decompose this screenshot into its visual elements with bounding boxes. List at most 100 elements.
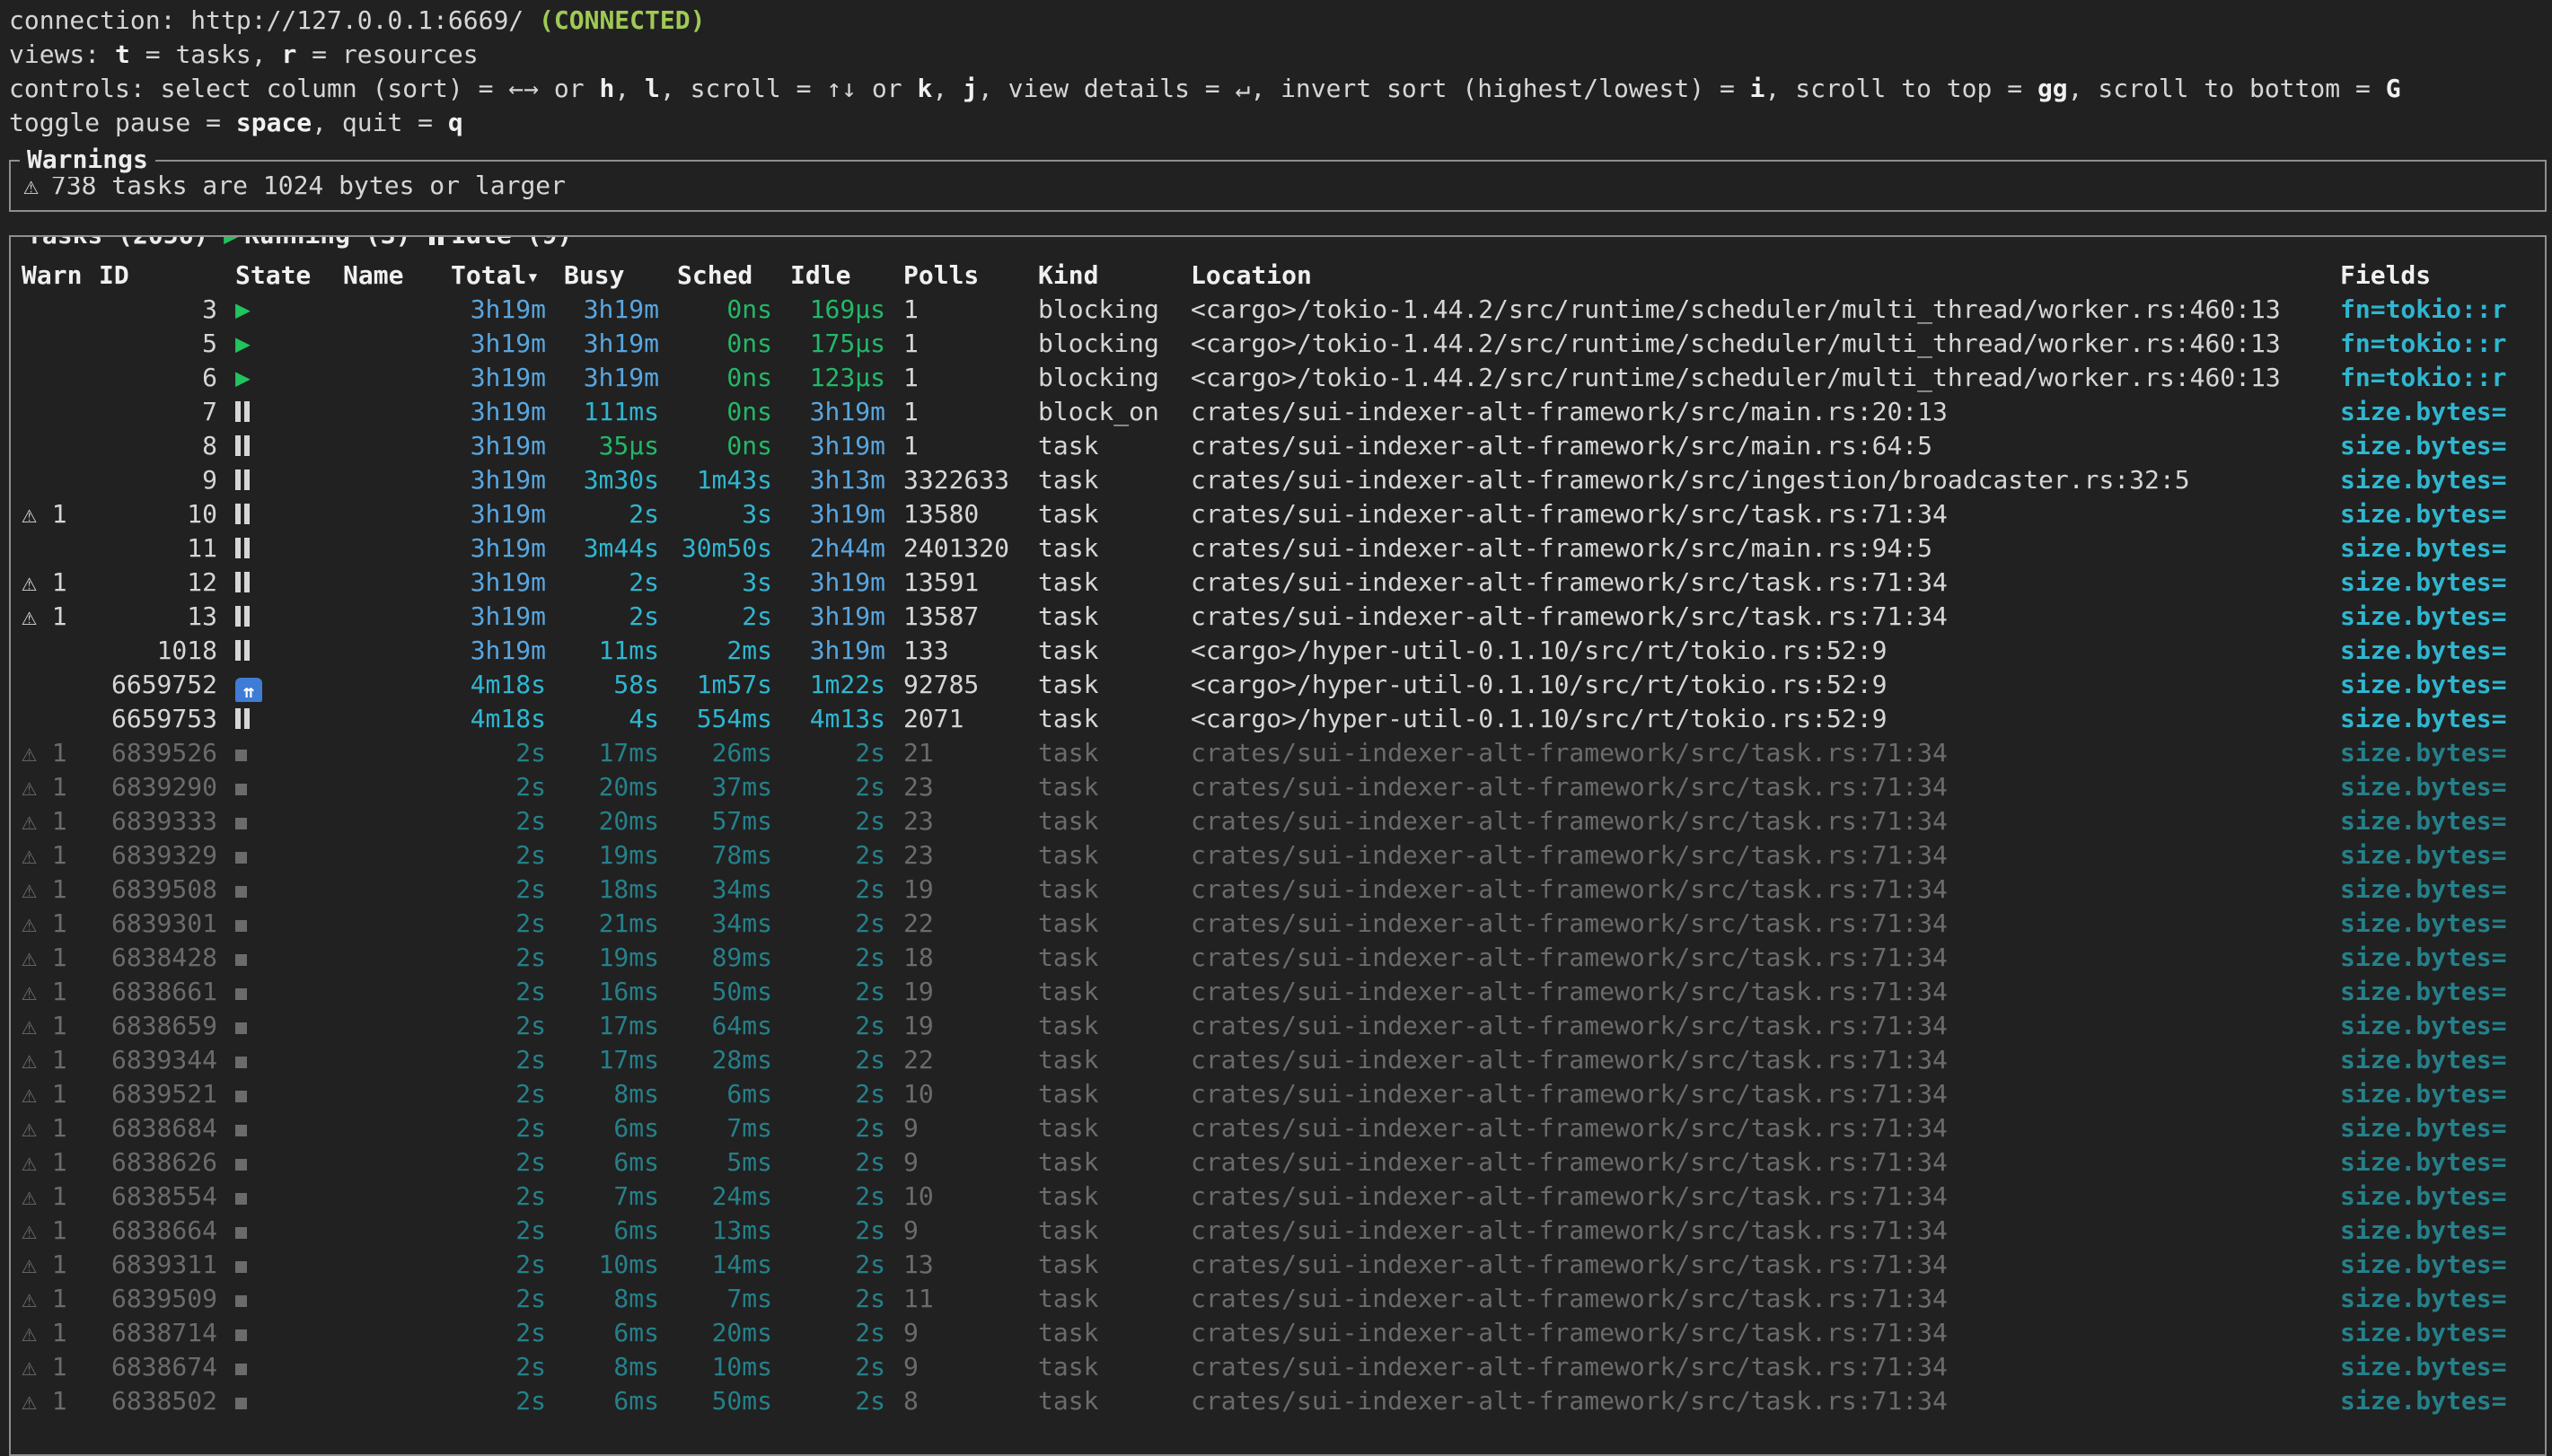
task-row[interactable]: ⚠ 168393332s20ms57ms2s23taskcrates/sui-i… (22, 804, 2545, 838)
column-header-location[interactable]: Location (1191, 259, 2322, 293)
task-row[interactable]: ⚠ 168386642s6ms13ms2s9taskcrates/sui-ind… (22, 1214, 2545, 1248)
cell-state (235, 531, 325, 566)
cell-fields: size.bytes= (2340, 1145, 2545, 1180)
task-row[interactable]: 66597534m18s4s554ms4m13s2071task<cargo>/… (22, 702, 2545, 736)
cell-polls: 19 (903, 1009, 1020, 1043)
cell-kind: task (1038, 1111, 1173, 1145)
task-row[interactable]: ⚠ 168386842s6ms7ms2s9taskcrates/sui-inde… (22, 1111, 2545, 1145)
cell-busy: 8ms (564, 1077, 659, 1111)
cell-sched: 6ms (677, 1077, 772, 1111)
cell-idle: 3h19m (790, 566, 885, 600)
column-header-name[interactable]: Name (343, 259, 433, 293)
task-row[interactable]: 93h19m3m30s1m43s3h13m3322633taskcrates/s… (22, 463, 2545, 497)
cell-sched: 2ms (677, 634, 772, 668)
duration-value: 1m57s (697, 670, 772, 699)
task-row[interactable]: ⚠ 168386592s17ms64ms2s19taskcrates/sui-i… (22, 1009, 2545, 1043)
cell-fields: size.bytes= (2340, 1043, 2545, 1077)
cell-warn: ⚠ 1 (22, 1009, 81, 1043)
task-row[interactable]: ⚠ 168393012s21ms34ms2s22taskcrates/sui-i… (22, 907, 2545, 941)
duration-value: 1m43s (697, 465, 772, 495)
cell-warn: ⚠ 1 (22, 1248, 81, 1282)
column-header-idle[interactable]: Idle (790, 259, 885, 293)
cell-total: 3h19m (451, 293, 546, 327)
cell-kind: task (1038, 1180, 1173, 1214)
column-header-sched[interactable]: Sched (677, 259, 772, 293)
cell-name (343, 463, 433, 497)
cell-polls: 22 (903, 907, 1020, 941)
connection-line: connection: http://127.0.0.1:6669/ (CONN… (9, 4, 2552, 38)
column-header-kind[interactable]: Kind (1038, 259, 1173, 293)
duration-value: 2s (515, 908, 546, 938)
task-row[interactable]: ⚠ 168384282s19ms89ms2s18taskcrates/sui-i… (22, 941, 2545, 975)
cell-idle: 2s (790, 1009, 885, 1043)
task-row[interactable]: ⚠ 168392902s20ms37ms2s23taskcrates/sui-i… (22, 770, 2545, 804)
task-row[interactable]: ⚠ 168395082s18ms34ms2s19taskcrates/sui-i… (22, 873, 2545, 907)
duration-value: 13ms (712, 1215, 772, 1245)
key-hint: j (963, 74, 978, 103)
task-row[interactable]: ⚠ 168395262s17ms26ms2s21taskcrates/sui-i… (22, 736, 2545, 770)
task-row[interactable]: ⚠ 1133h19m2s2s3h19m13587taskcrates/sui-i… (22, 600, 2545, 634)
task-row[interactable]: 3▶3h19m3h19m0ns169µs1blocking<cargo>/tok… (22, 293, 2545, 327)
task-row[interactable]: ⚠ 168385022s6ms50ms2s8taskcrates/sui-ind… (22, 1384, 2545, 1418)
task-row[interactable]: 5▶3h19m3h19m0ns175µs1blocking<cargo>/tok… (22, 327, 2545, 361)
cell-state (235, 736, 325, 770)
duration-value: 1m22s (810, 670, 885, 699)
cell-fields: size.bytes= (2340, 1214, 2545, 1248)
cell-id: 6839509 (99, 1282, 217, 1316)
cell-idle: 3h19m (790, 634, 885, 668)
completed-icon (235, 988, 247, 1000)
cell-busy: 20ms (564, 770, 659, 804)
cell-warn: ⚠ 1 (22, 1077, 81, 1111)
task-row[interactable]: ⚠ 168385542s7ms24ms2s10taskcrates/sui-in… (22, 1180, 2545, 1214)
task-row[interactable]: ⚠ 168386742s8ms10ms2s9taskcrates/sui-ind… (22, 1350, 2545, 1384)
task-row[interactable]: ⚠ 168386612s16ms50ms2s19taskcrates/sui-i… (22, 975, 2545, 1009)
cell-id: 6838684 (99, 1111, 217, 1145)
cell-total: 2s (451, 873, 546, 907)
task-row[interactable]: ⚠ 168395212s8ms6ms2s10taskcrates/sui-ind… (22, 1077, 2545, 1111)
task-row[interactable]: ⚠ 168395092s8ms7ms2s11taskcrates/sui-ind… (22, 1282, 2545, 1316)
column-header-warn[interactable]: Warn (22, 259, 81, 293)
task-row[interactable]: 73h19m111ms0ns3h19m1block_oncrates/sui-i… (22, 395, 2545, 429)
cell-id: 7 (99, 395, 217, 429)
duration-value: 2s (629, 601, 659, 631)
completed-icon (235, 1398, 247, 1409)
cell-polls: 2071 (903, 702, 1020, 736)
cell-location: crates/sui-indexer-alt-framework/src/tas… (1191, 1145, 2322, 1180)
key-hint: i (1750, 74, 1765, 103)
task-row[interactable]: ⚠ 168386262s6ms5ms2s9taskcrates/sui-inde… (22, 1145, 2545, 1180)
cell-warn: ⚠ 1 (22, 941, 81, 975)
cell-state (235, 941, 325, 975)
task-row[interactable]: 6▶3h19m3h19m0ns123µs1blocking<cargo>/tok… (22, 361, 2545, 395)
duration-value: 6ms (726, 1079, 772, 1109)
task-row[interactable]: 6659752⇈4m18s58s1m57s1m22s92785task<carg… (22, 668, 2545, 702)
cell-location: <cargo>/tokio-1.44.2/src/runtime/schedul… (1191, 293, 2322, 327)
column-header-busy[interactable]: Busy (564, 259, 659, 293)
running-icon: ▶ (235, 363, 251, 392)
task-row[interactable]: ⚠ 168393442s17ms28ms2s22taskcrates/sui-i… (22, 1043, 2545, 1077)
column-header-polls[interactable]: Polls (903, 259, 1020, 293)
cell-location: crates/sui-indexer-alt-framework/src/ing… (1191, 463, 2322, 497)
task-row[interactable]: 10183h19m11ms2ms3h19m133task<cargo>/hype… (22, 634, 2545, 668)
duration-value: 3s (742, 499, 772, 529)
cell-state (235, 463, 325, 497)
column-header-id[interactable]: ID (99, 259, 217, 293)
cell-location: crates/sui-indexer-alt-framework/src/tas… (1191, 975, 2322, 1009)
sort-descending-icon: ▾ (526, 264, 539, 289)
task-row[interactable]: 113h19m3m44s30m50s2h44m2401320taskcrates… (22, 531, 2545, 566)
completed-icon (235, 784, 247, 795)
column-header-state[interactable]: State (235, 259, 325, 293)
column-header-fields[interactable]: Fields (2340, 259, 2545, 293)
duration-value: 2h44m (810, 533, 885, 563)
cell-name (343, 804, 433, 838)
task-row[interactable]: ⚠ 168387142s6ms20ms2s9taskcrates/sui-ind… (22, 1316, 2545, 1350)
task-row[interactable]: ⚠ 1123h19m2s3s3h19m13591taskcrates/sui-i… (22, 566, 2545, 600)
cell-name (343, 1180, 433, 1214)
task-row[interactable]: ⚠ 168393292s19ms78ms2s23taskcrates/sui-i… (22, 838, 2545, 873)
task-row[interactable]: 83h19m35µs0ns3h19m1taskcrates/sui-indexe… (22, 429, 2545, 463)
warning-icon: ⚠ (22, 874, 37, 904)
cell-total: 2s (451, 1009, 546, 1043)
column-header-total[interactable]: Total▾ (451, 259, 546, 293)
task-row[interactable]: ⚠ 168393112s10ms14ms2s13taskcrates/sui-i… (22, 1248, 2545, 1282)
cell-total: 2s (451, 975, 546, 1009)
task-row[interactable]: ⚠ 1103h19m2s3s3h19m13580taskcrates/sui-i… (22, 497, 2545, 531)
